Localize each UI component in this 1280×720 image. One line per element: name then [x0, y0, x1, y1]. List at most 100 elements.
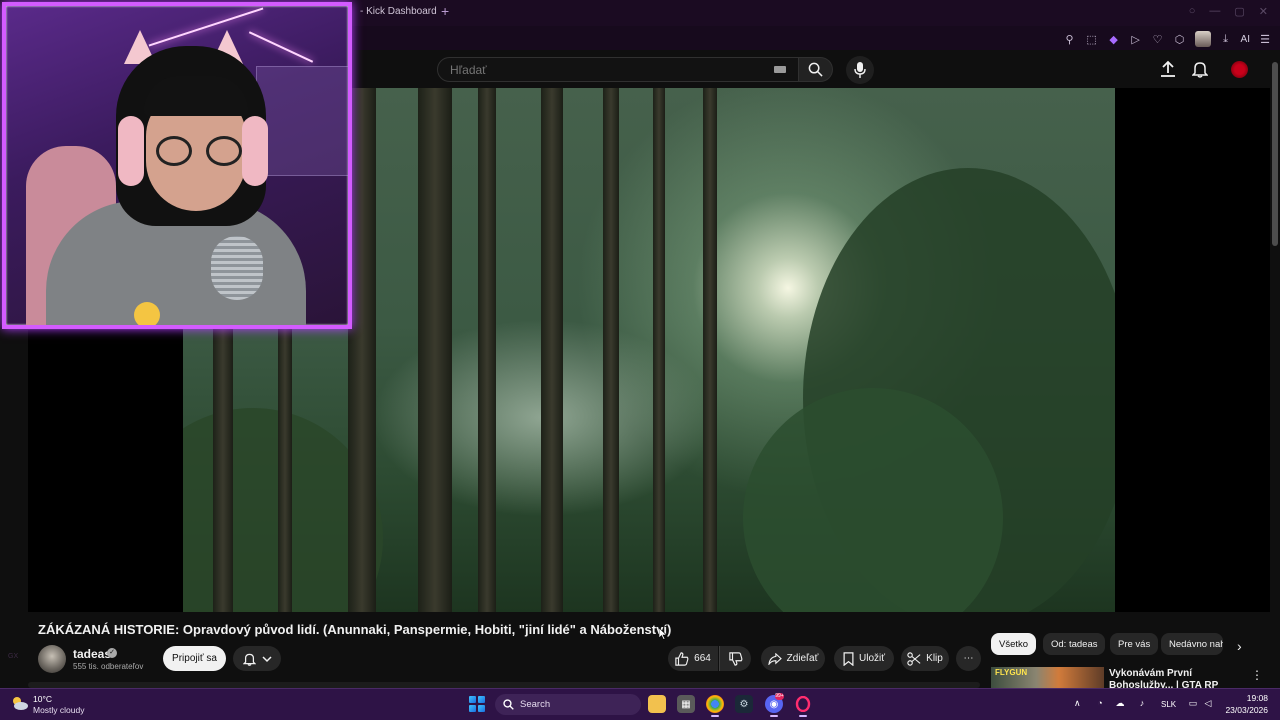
menu-icon[interactable]: ☰	[1258, 32, 1272, 46]
shield-icon[interactable]: ◆	[1107, 32, 1121, 46]
store-icon[interactable]: ▦	[677, 695, 695, 713]
taskbar-search[interactable]: Search	[495, 694, 641, 715]
file-explorer-icon[interactable]	[648, 695, 666, 713]
chip-for-you[interactable]: Pre vás	[1110, 633, 1159, 655]
search-tabs-icon[interactable]: ○	[1189, 5, 1196, 18]
ai-button[interactable]: AI	[1241, 34, 1250, 45]
browser-tab-title[interactable]: - Kick Dashboard	[360, 6, 437, 17]
search-box[interactable]	[437, 57, 799, 82]
mouse-cursor-icon	[659, 628, 667, 640]
clock-time[interactable]: 19:08	[1220, 693, 1268, 703]
streamer-bangs	[144, 76, 248, 116]
active-app-indicator	[799, 715, 807, 717]
chevron-right-icon[interactable]: ›	[1237, 638, 1242, 654]
verified-icon: ✓	[107, 648, 117, 658]
tray-overflow-icon[interactable]: ∧	[1074, 698, 1081, 709]
opera-gx-icon[interactable]	[794, 695, 812, 713]
chip-from-channel[interactable]: Od: tadeas	[1043, 633, 1106, 655]
scrollbar-thumb[interactable]	[1272, 62, 1278, 246]
volume-icon[interactable]: ◁	[1202, 697, 1214, 709]
shirt-patch	[134, 302, 160, 325]
save-button[interactable]: Uložiť	[834, 646, 894, 671]
recommendation-thumbnail[interactable]: FLYGUN	[991, 667, 1104, 688]
chrome-icon[interactable]	[706, 695, 724, 713]
play-icon[interactable]: ▷	[1129, 32, 1143, 46]
keyboard-icon[interactable]	[774, 66, 786, 73]
webcam-overlay	[2, 2, 352, 329]
clock-date[interactable]: 23/03/2026	[1220, 705, 1268, 715]
bell-icon	[1191, 62, 1209, 78]
maximize-icon[interactable]: ▢	[1234, 5, 1244, 18]
neon-light	[248, 31, 314, 63]
extensions-icon[interactable]: ⬡	[1173, 32, 1187, 46]
more-actions-button[interactable]: ⋯	[956, 646, 981, 671]
thumbnail-text: FLYGUN	[995, 668, 1028, 677]
bookmark-icon	[843, 651, 854, 666]
tree-trunk	[478, 88, 496, 612]
notifications-button[interactable]	[1191, 60, 1209, 83]
screenshot-icon[interactable]: ⬚	[1085, 32, 1099, 46]
bell-icon	[242, 653, 256, 666]
microphone-tray-icon[interactable]: ♪	[1136, 697, 1148, 709]
search-button[interactable]	[799, 57, 833, 82]
extensions-bar: ⚲ ⬚ ◆ ▷ ♡ ⬡ ⤓ AI ☰	[1063, 31, 1272, 47]
video-title: ZÁKÁZANÁ HISTORIE: Opravdový původ lidí.…	[38, 622, 672, 637]
search-input[interactable]	[448, 62, 748, 78]
join-button[interactable]: Pripojiť sa	[163, 646, 226, 671]
upload-button[interactable]	[1160, 60, 1176, 83]
thumbs-up-icon	[675, 651, 689, 666]
chip-recently-uploaded[interactable]: Nedávno nah	[1161, 633, 1223, 655]
taskbar-search-label: Search	[520, 699, 551, 710]
search-icon	[503, 699, 514, 710]
tree-trunk	[541, 88, 563, 612]
tree-trunk	[603, 88, 619, 612]
chip-all[interactable]: Všetko	[991, 633, 1037, 655]
active-app-indicator	[770, 715, 778, 717]
pin-icon[interactable]: ⚲	[1063, 32, 1077, 46]
voice-search-button[interactable]	[846, 56, 874, 84]
channel-name[interactable]: tadeas	[73, 647, 111, 661]
subscriber-count: 555 tis. odberateľov	[73, 662, 144, 671]
steam-icon[interactable]: ⚙	[735, 695, 753, 713]
profile-avatar[interactable]	[1194, 31, 1211, 47]
close-icon[interactable]: ✕	[1259, 5, 1268, 18]
like-button[interactable]: 664	[668, 646, 718, 671]
new-tab-button[interactable]: +	[441, 3, 449, 19]
clip-label: Klip	[926, 653, 943, 664]
glasses-lens	[156, 136, 192, 166]
scissors-icon	[907, 651, 921, 666]
tree-trunk	[653, 88, 665, 612]
headphone-cup	[242, 116, 268, 186]
tray-app-icon[interactable]: ◔	[1094, 697, 1106, 709]
weather-description[interactable]: Mostly cloudy	[33, 705, 85, 715]
weather-temperature[interactable]: 10°C	[33, 694, 52, 704]
glasses-lens	[206, 136, 242, 166]
windows-start-icon[interactable]	[469, 696, 485, 712]
search-icon	[808, 62, 823, 77]
video-letterbox-right	[1115, 88, 1270, 612]
network-icon[interactable]: ▭	[1187, 697, 1199, 709]
notification-settings-button[interactable]	[233, 646, 281, 671]
minimize-icon[interactable]: —	[1209, 5, 1220, 18]
cloudy-weather-icon[interactable]	[10, 695, 28, 711]
microphone-icon	[854, 62, 866, 78]
recommendation-title[interactable]: Vykonávám První Bohoslužby... | GTA RP	[1109, 668, 1241, 688]
heart-icon[interactable]: ♡	[1151, 32, 1165, 46]
recommendation-menu-icon[interactable]: ⋮	[1251, 668, 1263, 682]
shelf	[256, 66, 348, 176]
tray-cloud-icon[interactable]: ☁	[1114, 697, 1126, 709]
neon-light	[148, 7, 264, 47]
tree-trunk	[418, 88, 452, 612]
download-icon[interactable]: ⤓	[1219, 32, 1233, 46]
dislike-button[interactable]	[719, 646, 751, 671]
like-count: 664	[694, 653, 711, 664]
tree-trunk	[703, 88, 717, 612]
clip-button[interactable]: Klip	[901, 646, 949, 671]
share-icon	[767, 652, 782, 665]
keyboard-language[interactable]: SLK	[1161, 700, 1176, 709]
active-app-indicator	[711, 715, 719, 717]
share-button[interactable]: Zdieľať	[761, 646, 825, 671]
discord-notification-badge: 99+	[775, 693, 784, 700]
account-avatar[interactable]	[1231, 61, 1248, 78]
channel-avatar[interactable]	[38, 645, 66, 673]
